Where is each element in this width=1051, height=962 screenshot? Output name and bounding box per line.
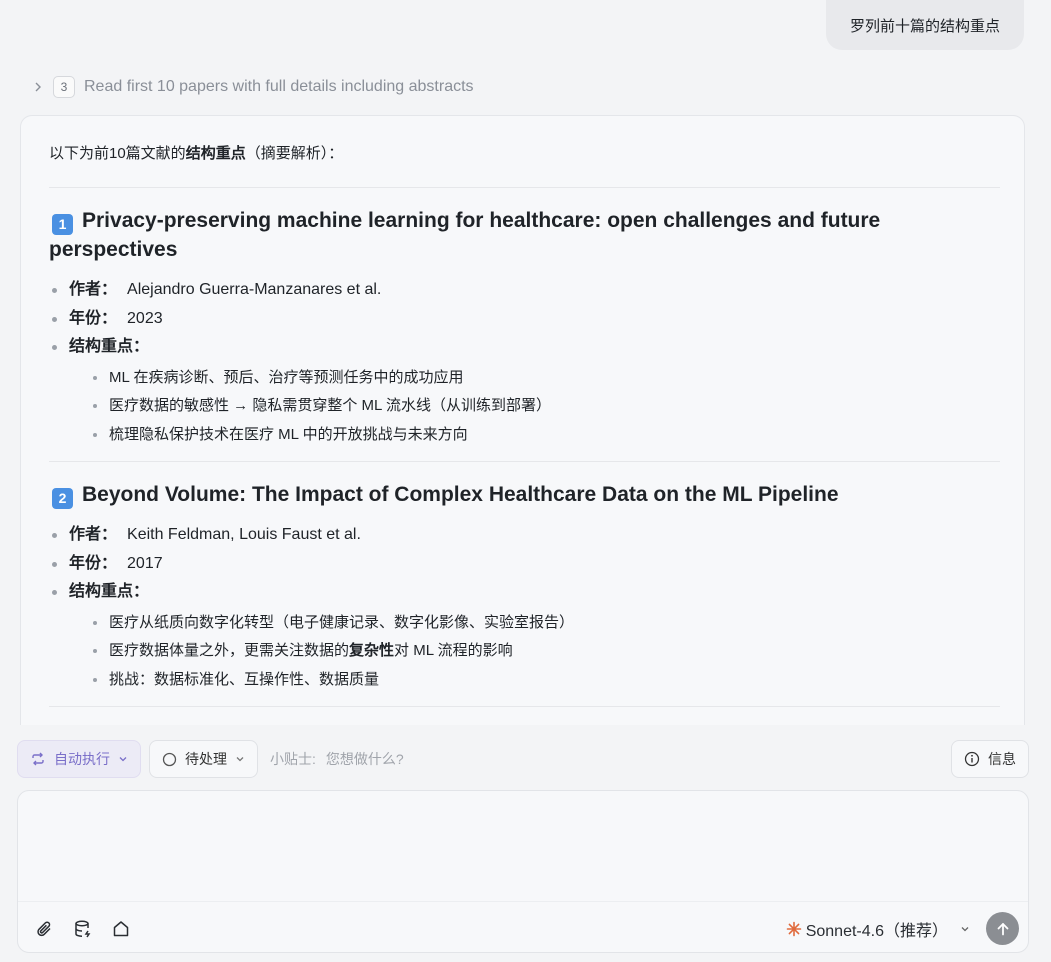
arrow-up-icon xyxy=(995,921,1011,937)
chevron-down-icon xyxy=(118,754,128,764)
author-value: Keith Feldman, Louis Faust et al. xyxy=(127,526,361,543)
composer-divider xyxy=(18,901,1028,902)
list-item: 梳理隐私保护技术在医疗 ML 中的开放挑战与未来方向 xyxy=(89,421,1000,450)
points-sublist: ML 在疾病诊断、预后、治疗等预测任务中的成功应用 医疗数据的敏感性 → 隐私需… xyxy=(89,364,1000,450)
pending-dropdown[interactable]: 待处理 xyxy=(149,740,258,778)
author-item: 作者： Keith Feldman, Louis Faust et al. xyxy=(49,521,1000,550)
author-item: 作者： Alejandro Guerra-Manzanares et al. xyxy=(49,276,1000,305)
pending-label: 待处理 xyxy=(185,751,227,767)
intro-suffix: （摘要解析）： xyxy=(245,145,344,162)
list-item: 医疗数据的敏感性 → 隐私需贯穿整个 ML 流水线（从训练到部署） xyxy=(89,392,1000,421)
author-key: 作者： xyxy=(69,281,118,298)
divider xyxy=(49,461,1000,462)
number-badge-icon: 1 xyxy=(52,214,73,235)
points-key: 结构重点： xyxy=(69,583,150,600)
year-key: 年份： xyxy=(69,309,118,327)
paper-meta-list: 作者： Keith Feldman, Louis Faust et al. 年份：… xyxy=(49,521,1000,694)
divider xyxy=(49,706,1000,707)
sparkle-icon xyxy=(786,921,802,937)
message-input[interactable] xyxy=(18,791,1028,901)
year-value: 2023 xyxy=(127,309,163,327)
year-item: 年份： 2017 xyxy=(49,550,1000,579)
model-selector[interactable]: Sonnet-4.6（推荐） xyxy=(786,916,970,942)
home-icon[interactable] xyxy=(110,918,132,940)
composer-toolbar: 自动执行 待处理 小贴士: 您想做什么? 信息 xyxy=(17,740,1029,778)
step-number: 3 xyxy=(53,76,75,98)
year-item: 年份： 2023 xyxy=(49,305,1000,334)
author-value: Alejandro Guerra-Manzanares et al. xyxy=(127,281,382,298)
number-badge-icon: 2 xyxy=(52,488,73,509)
point-text: 对 ML 流程的影响 xyxy=(394,642,513,659)
list-item: 挑战：数据标准化、互操作性、数据质量 xyxy=(89,666,1000,695)
paper-meta-list: 作者： Alejandro Guerra-Manzanares et al. 年份… xyxy=(49,276,1000,449)
info-button[interactable]: 信息 xyxy=(951,740,1029,778)
chevron-down-icon xyxy=(960,924,970,934)
user-message-text: 罗列前十篇的结构重点 xyxy=(849,17,1000,35)
composer: Sonnet-4.6（推荐） xyxy=(17,790,1029,953)
response-card: 以下为前10篇文献的结构重点（摘要解析）： 1 Privacy-preservin… xyxy=(20,115,1025,725)
paper-title-text: Beyond Volume: The Impact of Complex Hea… xyxy=(82,483,839,506)
user-message-bubble: 罗列前十篇的结构重点 xyxy=(825,0,1024,50)
info-label: 信息 xyxy=(988,751,1016,767)
auto-execute-label: 自动执行 xyxy=(54,751,110,767)
points-item: 结构重点： 医疗从纸质向数字化转型（电子健康记录、数字化影像、实验室报告） 医疗… xyxy=(49,578,1000,694)
divider xyxy=(49,187,1000,188)
list-item: 医疗数据体量之外，更需关注数据的复杂性对 ML 流程的影响 xyxy=(89,637,1000,666)
model-label: Sonnet-4.6（推荐） xyxy=(805,923,948,940)
intro-bold: 结构重点 xyxy=(185,145,246,162)
point-text: 医疗数据体量之外，更需关注数据的 xyxy=(109,642,350,659)
paper-title: 2 Beyond Volume: The Impact of Complex He… xyxy=(49,480,1000,509)
tip-text: 您想做什么? xyxy=(325,751,404,767)
composer-icons xyxy=(34,918,132,940)
chevron-right-icon[interactable] xyxy=(34,82,44,92)
intro-prefix: 以下为前10篇文献的 xyxy=(49,145,186,162)
paper-title-text: Privacy-preserving machine learning for … xyxy=(49,209,881,261)
tip: 小贴士: 您想做什么? xyxy=(270,749,404,769)
database-icon[interactable] xyxy=(72,918,94,940)
circle-icon xyxy=(162,752,177,767)
list-item: 医疗从纸质向数字化转型（电子健康记录、数字化影像、实验室报告） xyxy=(89,609,1000,638)
year-key: 年份： xyxy=(69,554,118,572)
author-key: 作者： xyxy=(69,526,118,543)
points-item: 结构重点： ML 在疾病诊断、预后、治疗等预测任务中的成功应用 医疗数据的敏感性… xyxy=(49,333,1000,449)
points-sublist: 医疗从纸质向数字化转型（电子健康记录、数字化影像、实验室报告） 医疗数据体量之外… xyxy=(89,609,1000,695)
points-key: 结构重点： xyxy=(69,338,150,355)
paper-title: 1 Privacy-preserving machine learning for… xyxy=(49,206,1000,264)
auto-execute-dropdown[interactable]: 自动执行 xyxy=(17,740,141,778)
paperclip-icon[interactable] xyxy=(34,918,56,940)
chevron-down-icon xyxy=(235,754,245,764)
tip-label: 小贴士: xyxy=(270,751,316,767)
send-button[interactable] xyxy=(986,912,1019,945)
info-icon xyxy=(964,751,980,767)
response-intro: 以下为前10篇文献的结构重点（摘要解析）： xyxy=(49,142,1000,166)
year-value: 2017 xyxy=(127,554,163,572)
step-row[interactable]: 3 Read first 10 papers with full details… xyxy=(34,76,474,98)
repeat-icon xyxy=(30,751,46,767)
point-bold: 复杂性 xyxy=(349,642,395,659)
list-item: ML 在疾病诊断、预后、治疗等预测任务中的成功应用 xyxy=(89,364,1000,393)
step-label: Read first 10 papers with full details i… xyxy=(84,78,474,95)
